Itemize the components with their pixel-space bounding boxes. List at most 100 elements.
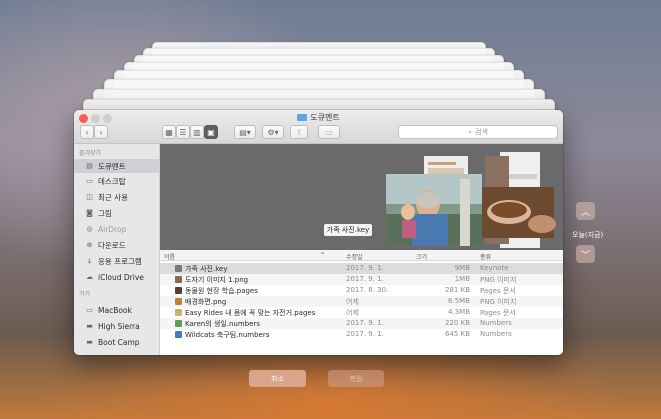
table-row[interactable]: Karen의 생일.numbers 2017. 9. 1. 220 KB Number… bbox=[160, 318, 563, 329]
disk-icon: ▬ bbox=[86, 322, 93, 330]
sort-indicator-icon: ^ bbox=[320, 252, 326, 259]
file-name: Karen의 생일.numbers bbox=[185, 320, 260, 328]
pottery-thumbnail[interactable] bbox=[482, 187, 556, 238]
file-kind: Numbers bbox=[480, 319, 512, 327]
file-name: 배경화면.png bbox=[185, 298, 227, 306]
sidebar-item-high-sierra[interactable]: ▬ High Sierra bbox=[74, 319, 160, 333]
file-kind: Numbers bbox=[480, 330, 512, 338]
window-title: 도큐멘트 bbox=[74, 112, 563, 124]
sidebar-item-label: iCloud Drive bbox=[98, 272, 144, 282]
file-icon bbox=[175, 276, 182, 283]
sidebar-header-favorites: 즐겨찾기 bbox=[79, 150, 102, 157]
sidebar-item-label: Boot Camp bbox=[98, 337, 140, 347]
sidebar-item-label: AirDrop bbox=[98, 224, 127, 234]
file-icon bbox=[175, 309, 182, 316]
gear-icon[interactable]: ⚙▾ bbox=[262, 125, 284, 139]
file-icon bbox=[175, 298, 182, 305]
file-size: 1MB bbox=[454, 275, 470, 283]
sidebar-item-label: 그림 bbox=[98, 208, 112, 218]
file-icon bbox=[175, 331, 182, 338]
sidebar-item-label: 응용 프로그램 bbox=[98, 256, 142, 266]
table-row[interactable]: 배경화면.png 어제 6.5MB PNG 이미지 bbox=[160, 296, 563, 307]
sidebar-item-pictures[interactable]: ◙ 그림 bbox=[74, 206, 160, 220]
column-name[interactable]: 이름 bbox=[164, 252, 175, 261]
laptop-icon: ▭ bbox=[86, 306, 93, 314]
file-kind: Pages 문서 bbox=[480, 287, 516, 295]
file-size: 645 KB bbox=[445, 330, 470, 338]
cancel-button[interactable]: 취소 bbox=[249, 370, 306, 387]
file-name: 가족 사진.key bbox=[185, 265, 228, 273]
table-row[interactable]: Wildcats 축구팀.numbers 2017. 9. 1. 645 KB Num… bbox=[160, 329, 563, 340]
sidebar-item-label: 최근 사용 bbox=[98, 192, 128, 202]
file-icon bbox=[175, 287, 182, 294]
file-kind: Pages 문서 bbox=[480, 309, 516, 317]
sidebar-item-label: 데스크탑 bbox=[98, 176, 126, 186]
sidebar-item-label: MacBook bbox=[98, 305, 132, 315]
column-size[interactable]: 크기 bbox=[416, 252, 427, 261]
file-name: 도자기 이미지 1.png bbox=[185, 276, 249, 284]
sidebar: 즐겨찾기 ▤ 도큐멘트 ▭ 데스크탑 ◫ 최근 사용 ◙ 그림 ◎ AirDro… bbox=[74, 144, 160, 355]
file-size: 4.3MB bbox=[448, 308, 470, 316]
sidebar-item-airdrop[interactable]: ◎ AirDrop bbox=[74, 222, 160, 236]
restore-button[interactable]: 복원 bbox=[328, 370, 384, 387]
sidebar-item-documents[interactable]: ▤ 도큐멘트 bbox=[74, 159, 160, 173]
sidebar-item-label: 다운로드 bbox=[98, 240, 126, 250]
file-kind: PNG 이미지 bbox=[480, 276, 517, 284]
camera-icon: ◙ bbox=[86, 209, 93, 217]
disk-icon: ▬ bbox=[86, 338, 93, 346]
timeline-down-button[interactable]: ﹀ bbox=[576, 245, 595, 263]
table-row[interactable]: Easy Rides 내 몸에 꼭 맞는 자전거.pages 어제 4.3MB Pag… bbox=[160, 307, 563, 318]
airdrop-icon: ◎ bbox=[86, 225, 93, 233]
gallery-view-icon[interactable]: ▣ bbox=[204, 125, 218, 139]
file-size: 6.5MB bbox=[448, 297, 470, 305]
folder-icon bbox=[297, 114, 308, 121]
file-date: 2017. 9. 1. bbox=[346, 330, 384, 338]
file-size: 220 KB bbox=[445, 319, 470, 327]
tag-icon[interactable]: ▭ bbox=[318, 125, 340, 139]
file-date: 2017. 9. 1. bbox=[346, 275, 384, 283]
gallery-caption: 가족 사진.key bbox=[324, 224, 372, 236]
cloud-icon: ☁ bbox=[86, 273, 93, 281]
sidebar-item-downloads[interactable]: ⊕ 다운로드 bbox=[74, 238, 160, 252]
share-icon[interactable]: ⇧ bbox=[290, 125, 308, 139]
column-view-icon[interactable]: ▥ bbox=[190, 125, 204, 139]
sidebar-item-recents[interactable]: ◫ 최근 사용 bbox=[74, 190, 160, 204]
column-kind[interactable]: 종류 bbox=[480, 252, 491, 261]
sidebar-item-boot-camp[interactable]: ▬ Boot Camp bbox=[74, 335, 160, 349]
table-row[interactable]: 도자기 이미지 1.png 2017. 9. 1. 1MB PNG 이미지 bbox=[160, 274, 563, 285]
group-icon[interactable]: ▤▾ bbox=[234, 125, 256, 139]
file-name: Wildcats 축구팀.numbers bbox=[185, 331, 270, 339]
sidebar-item-icloud-drive[interactable]: ☁ iCloud Drive bbox=[74, 270, 160, 284]
family-photo-thumbnail[interactable] bbox=[386, 174, 482, 246]
sidebar-item-applications[interactable]: ⍋ 응용 프로그램 bbox=[74, 254, 160, 268]
file-size: 281 KB bbox=[445, 286, 470, 294]
sidebar-item-desktop[interactable]: ▭ 데스크탑 bbox=[74, 174, 160, 188]
timeline-label: 오늘(지금) bbox=[572, 231, 604, 239]
file-kind: PNG 이미지 bbox=[480, 298, 517, 306]
column-modified[interactable]: 수정일 bbox=[346, 252, 363, 261]
sidebar-header-devices: 기기 bbox=[79, 291, 91, 298]
document-icon: ▤ bbox=[86, 162, 93, 170]
file-name: 동물원 현장 학습.pages bbox=[185, 287, 258, 295]
timeline-up-button[interactable]: ︿ bbox=[576, 202, 595, 220]
file-icon bbox=[175, 265, 182, 272]
icon-view-icon[interactable]: ▦ bbox=[162, 125, 176, 139]
apps-icon: ⍋ bbox=[87, 257, 92, 265]
table-row[interactable]: 가족 사진.key 2017. 9. 1. 9MB Keynote bbox=[160, 263, 563, 274]
search-input[interactable]: ⌕ 검색 bbox=[398, 125, 558, 139]
download-icon: ⊕ bbox=[86, 241, 93, 249]
file-kind: Keynote bbox=[480, 264, 509, 272]
finder-window: 도큐멘트 ‹ › ▦ ☰ ▥ ▣ ▤▾ ⚙▾ ⇧ ▭ ⌕ 검색 즐겨찾기 ▤ 도… bbox=[74, 110, 563, 355]
sidebar-item-macbook[interactable]: ▭ MacBook bbox=[74, 303, 160, 317]
file-icon bbox=[175, 320, 182, 327]
desktop-icon: ▭ bbox=[86, 177, 93, 185]
back-button[interactable]: ‹ bbox=[80, 125, 94, 139]
list-view-icon[interactable]: ☰ bbox=[176, 125, 190, 139]
titlebar: 도큐멘트 ‹ › ▦ ☰ ▥ ▣ ▤▾ ⚙▾ ⇧ ▭ ⌕ 검색 bbox=[74, 110, 563, 144]
table-row[interactable]: 동물원 현장 학습.pages 2017. 8. 30. 281 KB Pages 문… bbox=[160, 285, 563, 296]
search-placeholder: 검색 bbox=[475, 128, 488, 136]
search-icon: ⌕ bbox=[468, 127, 473, 136]
file-date: 어제 bbox=[346, 298, 359, 306]
window-title-text: 도큐멘트 bbox=[310, 113, 340, 122]
forward-button[interactable]: › bbox=[94, 125, 108, 139]
